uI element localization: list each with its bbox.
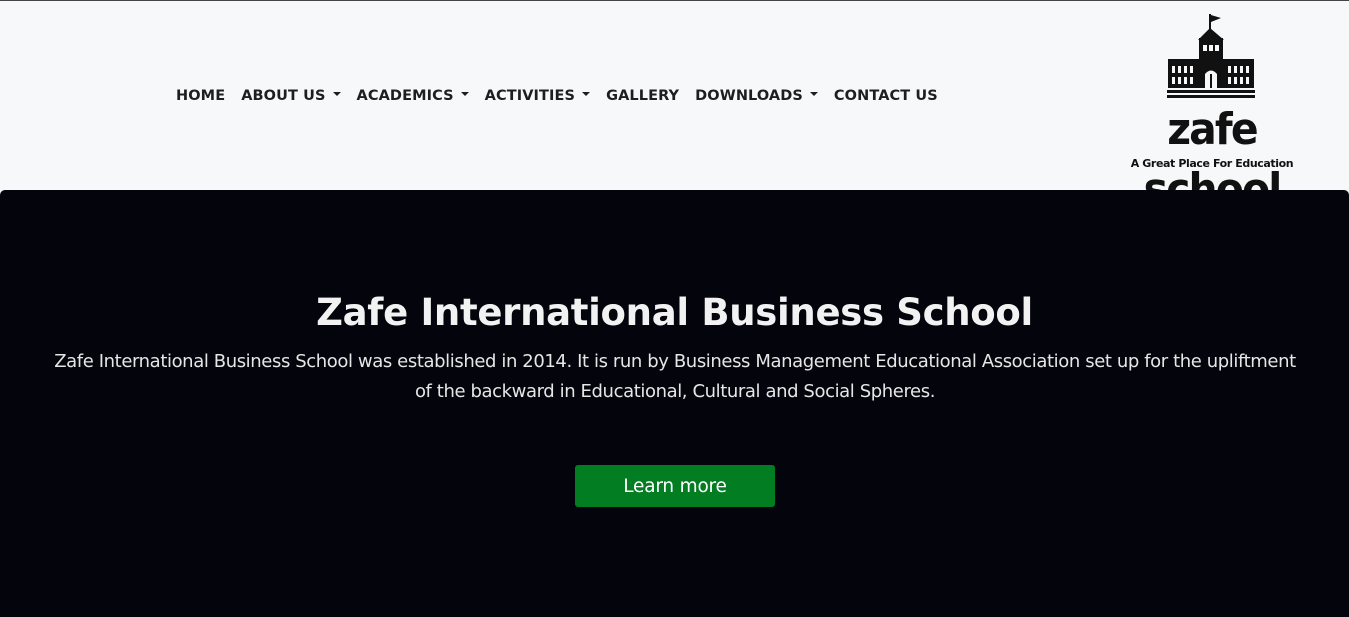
hero-description: Zafe International Business School was e… <box>54 351 1296 402</box>
hero-section: Zafe International Business School Zafe … <box>0 190 1349 617</box>
nav-item-label: ACTIVITIES <box>484 88 576 104</box>
logo-tagline: A Great Place For Education <box>1130 157 1294 170</box>
main-nav: HOME ABOUT US ACADEMICS ACTIVITIES GALLE… <box>168 80 946 112</box>
nav-item-label: HOME <box>176 88 226 104</box>
caret-down-icon <box>582 92 591 96</box>
nav-item-about-us[interactable]: ABOUT US <box>233 88 348 104</box>
caret-down-icon <box>809 92 818 96</box>
learn-more-button[interactable]: Learn more <box>575 465 775 507</box>
nav-item-contact-us[interactable]: CONTACT US <box>826 88 946 104</box>
site-logo[interactable]: zafe school A Great Place For Education <box>1092 12 1332 215</box>
nav-item-label: CONTACT US <box>833 88 938 104</box>
nav-item-academics[interactable]: ACADEMICS <box>349 88 477 104</box>
hero-title: Zafe International Business School <box>316 291 1033 334</box>
nav-item-activities[interactable]: ACTIVITIES <box>477 88 598 104</box>
nav-item-downloads[interactable]: DOWNLOADS <box>687 88 826 104</box>
school-building-icon <box>1167 14 1255 98</box>
caret-down-icon <box>460 92 469 96</box>
nav-item-label: ACADEMICS <box>356 88 454 104</box>
caret-down-icon <box>332 92 341 96</box>
nav-item-label: GALLERY <box>606 88 680 104</box>
nav-item-home[interactable]: HOME <box>168 88 233 104</box>
nav-item-label: ABOUT US <box>241 88 326 104</box>
nav-item-gallery[interactable]: GALLERY <box>598 88 687 104</box>
navbar: HOME ABOUT US ACADEMICS ACTIVITIES GALLE… <box>0 1 1349 215</box>
nav-item-label: DOWNLOADS <box>695 88 803 104</box>
